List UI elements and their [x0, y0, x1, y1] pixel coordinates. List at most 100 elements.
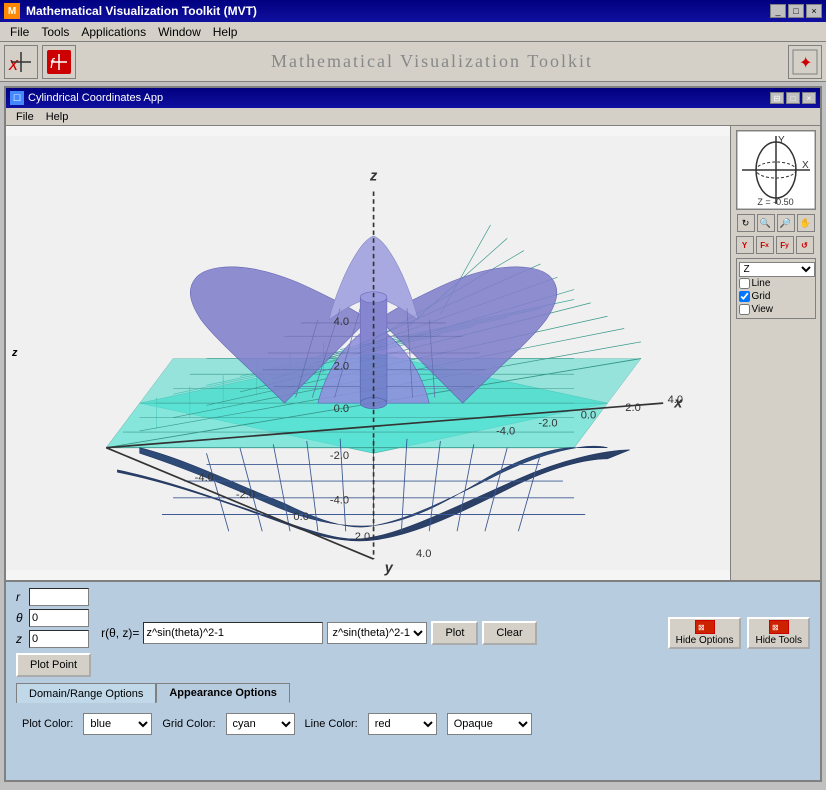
- right-dropdown-panel: Z X Y Line Grid View: [736, 258, 816, 319]
- plot-button[interactable]: Plot: [431, 621, 478, 645]
- r-label: r: [16, 590, 26, 604]
- line-checkbox-row: Line: [739, 277, 813, 290]
- main-toolbar: x f Mathematical Visualization Toolkit ✦: [0, 42, 826, 82]
- app-title-bar: ☐ Cylindrical Coordinates App ⊟ □ ×: [6, 88, 820, 108]
- svg-text:-4.0: -4.0: [330, 494, 349, 506]
- r-input[interactable]: [29, 588, 89, 606]
- grid-label: Grid: [752, 291, 771, 302]
- app-window: ☐ Cylindrical Coordinates App ⊟ □ × File…: [4, 86, 822, 782]
- line-color-select[interactable]: red blue green cyan magenta yellow white…: [368, 713, 437, 735]
- plot-color-select[interactable]: blue red green cyan magenta yellow white…: [83, 713, 152, 735]
- app-close-button[interactable]: ×: [802, 92, 816, 104]
- main-title: Mathematical Visualization Toolkit (MVT): [26, 4, 770, 18]
- svg-text:-2.0: -2.0: [330, 450, 349, 462]
- plot-svg: z x y 4.0 2.0 0.0 -2.0 -4.0 -4.0 -2.0 0.…: [6, 126, 730, 580]
- app-window-icon: ☐: [10, 91, 24, 105]
- menu-window[interactable]: Window: [152, 24, 207, 40]
- hide-options-button[interactable]: ⊠ Hide Options: [668, 617, 742, 649]
- function-button[interactable]: f: [42, 45, 76, 79]
- svg-text:2.0: 2.0: [334, 361, 349, 373]
- svg-text:2.0: 2.0: [355, 531, 370, 543]
- hide-options-icon: ⊠: [695, 620, 715, 634]
- z-row: z: [16, 630, 91, 648]
- svg-text:X: X: [802, 160, 809, 171]
- hide-tools-icon: ⊠: [769, 620, 789, 634]
- toolbar-title: Mathematical Visualization Toolkit: [80, 51, 784, 72]
- formula-input[interactable]: [143, 622, 323, 644]
- svg-text:x: x: [8, 54, 19, 74]
- fx-axis-button[interactable]: Fx: [756, 236, 774, 254]
- main-menu-bar: File Tools Applications Window Help: [0, 22, 826, 42]
- view-checkbox-row: View: [739, 303, 813, 316]
- app-window-controls: ⊟ □ ×: [770, 92, 816, 104]
- formula-section: r(θ, z)= z^sin(theta)^2-1 r^2-z^2 sin(th…: [101, 621, 537, 645]
- hide-tools-label: Hide Tools: [755, 635, 802, 646]
- hide-tools-button[interactable]: ⊠ Hide Tools: [747, 617, 810, 649]
- svg-text:4.0: 4.0: [334, 316, 349, 328]
- view-checkbox[interactable]: [739, 304, 750, 315]
- plot-color-label: Plot Color:: [22, 718, 73, 730]
- line-color-label: Line Color:: [305, 718, 358, 730]
- pan-tool[interactable]: ✋: [797, 214, 815, 232]
- tab-domain-range[interactable]: Domain/Range Options: [16, 683, 156, 703]
- menu-tools[interactable]: Tools: [35, 24, 75, 40]
- plot-point-button[interactable]: Plot Point: [16, 653, 91, 677]
- app-window-title: Cylindrical Coordinates App: [28, 92, 770, 104]
- line-checkbox[interactable]: [739, 278, 750, 289]
- clear-button[interactable]: Clear: [482, 621, 536, 645]
- grid-checkbox[interactable]: [739, 291, 750, 302]
- menu-file[interactable]: File: [4, 24, 35, 40]
- app-restore-button[interactable]: ⊟: [770, 92, 784, 104]
- svg-text:4.0: 4.0: [668, 394, 683, 406]
- info-button[interactable]: ✦: [788, 45, 822, 79]
- app-menu-help[interactable]: Help: [40, 110, 75, 124]
- hide-buttons: ⊠ Hide Options ⊠ Hide Tools: [668, 617, 810, 649]
- svg-text:2.0: 2.0: [625, 402, 640, 414]
- grid-color-label: Grid Color:: [162, 718, 215, 730]
- axis-select[interactable]: Z X Y: [739, 262, 815, 277]
- formula-dropdown[interactable]: z^sin(theta)^2-1 r^2-z^2 sin(theta)*z: [327, 622, 427, 644]
- main-title-bar: M Mathematical Visualization Toolkit (MV…: [0, 0, 826, 22]
- zoom-value: Z = -0.50: [737, 197, 815, 207]
- r-row: r: [16, 588, 91, 606]
- grid-checkbox-row: Grid: [739, 290, 813, 303]
- opacity-select[interactable]: Opaque Transparent 50%: [447, 713, 532, 735]
- z-input[interactable]: [29, 630, 89, 648]
- coord-inputs: r θ z Plot Point: [16, 588, 91, 677]
- theta-row: θ: [16, 609, 91, 627]
- line-label: Line: [752, 278, 771, 289]
- minimize-button[interactable]: _: [770, 4, 786, 18]
- zoom-in-tool[interactable]: 🔍: [757, 214, 775, 232]
- view-label: View: [752, 304, 774, 315]
- formula-label: r(θ, z)=: [101, 626, 139, 640]
- y-axis-button[interactable]: Y: [736, 236, 754, 254]
- theta-label: θ: [16, 611, 26, 625]
- tool-icons: ↻ 🔍 🔎 ✋: [737, 214, 815, 232]
- app-maximize-button[interactable]: □: [786, 92, 800, 104]
- menu-help[interactable]: Help: [207, 24, 244, 40]
- app-icon: M: [4, 3, 20, 19]
- theta-input[interactable]: [29, 609, 89, 627]
- svg-text:-2.0: -2.0: [236, 489, 255, 501]
- svg-text:-4.0: -4.0: [195, 472, 214, 484]
- rotate-tool[interactable]: ↻: [737, 214, 755, 232]
- grid-color-select[interactable]: cyan blue red green magenta yellow white…: [226, 713, 295, 735]
- svg-text:⊠: ⊠: [698, 623, 705, 632]
- window-controls: _ □ ×: [770, 4, 822, 18]
- bottom-panel: r θ z Plot Point r(θ, z)= z^sin(thet: [6, 580, 820, 780]
- tab-appearance[interactable]: Appearance Options: [156, 683, 290, 703]
- appearance-options: Plot Color: blue red green cyan magenta …: [16, 709, 810, 739]
- maximize-button[interactable]: □: [788, 4, 804, 18]
- fy-axis-button[interactable]: Fy: [776, 236, 794, 254]
- svg-text:✦: ✦: [799, 55, 812, 72]
- app-menu-bar: File Help: [6, 108, 820, 126]
- close-button[interactable]: ×: [806, 4, 822, 18]
- zoom-out-tool[interactable]: 🔎: [777, 214, 795, 232]
- coord-button[interactable]: x: [4, 45, 38, 79]
- svg-text:0.0: 0.0: [581, 410, 596, 422]
- reset-axis-button[interactable]: ↺: [796, 236, 814, 254]
- hide-options-label: Hide Options: [676, 635, 734, 646]
- app-menu-file[interactable]: File: [10, 110, 40, 124]
- svg-text:-2.0: -2.0: [538, 418, 557, 430]
- menu-applications[interactable]: Applications: [75, 24, 152, 40]
